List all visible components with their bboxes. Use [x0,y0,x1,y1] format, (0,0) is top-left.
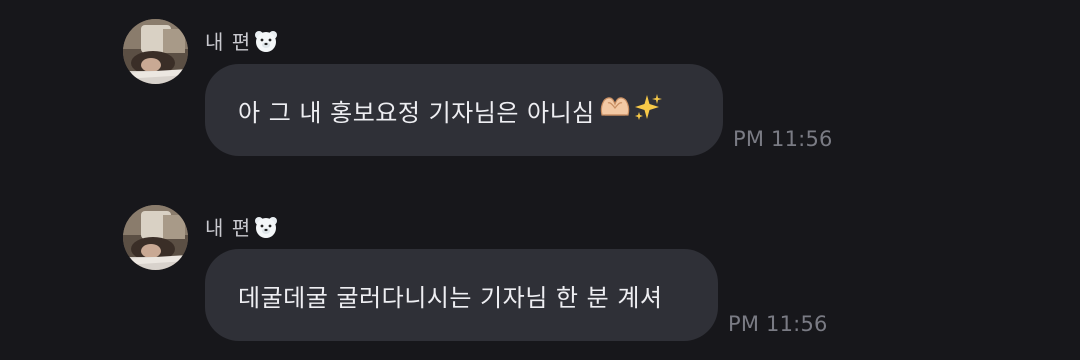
message-text: 데굴데굴 굴러다니시는 기자님 한 분 계셔 [238,283,663,312]
sender-name: 내 편 [205,26,279,55]
message-timestamp: PM 11:56 [728,312,828,336]
message-timestamp: PM 11:56 [733,127,833,151]
chat-message: 내 편 데굴데굴 굴러다니시는 기자님 한 분 계셔 PM 11:56 [0,180,1080,360]
polar-bear-icon [253,28,279,54]
sender-name-label: 내 편 [205,30,252,54]
sender-name: 내 편 [205,212,279,241]
message-bubble[interactable]: 데굴데굴 굴러다니시는 기자님 한 분 계셔 [205,249,718,341]
heart-hands-icon [599,93,631,127]
polar-bear-icon [253,214,279,240]
sender-name-label: 내 편 [205,216,252,240]
message-bubble[interactable]: 아 그 내 홍보요정 기자님은 아니심 [205,64,723,156]
avatar[interactable] [123,205,188,270]
message-text: 아 그 내 홍보요정 기자님은 아니심 [238,98,595,127]
chat-message: 내 편 아 그 내 홍보요정 기자님은 아니심 PM 11:56 [0,0,1080,180]
avatar[interactable] [123,19,188,84]
sparkles-icon [633,92,663,128]
